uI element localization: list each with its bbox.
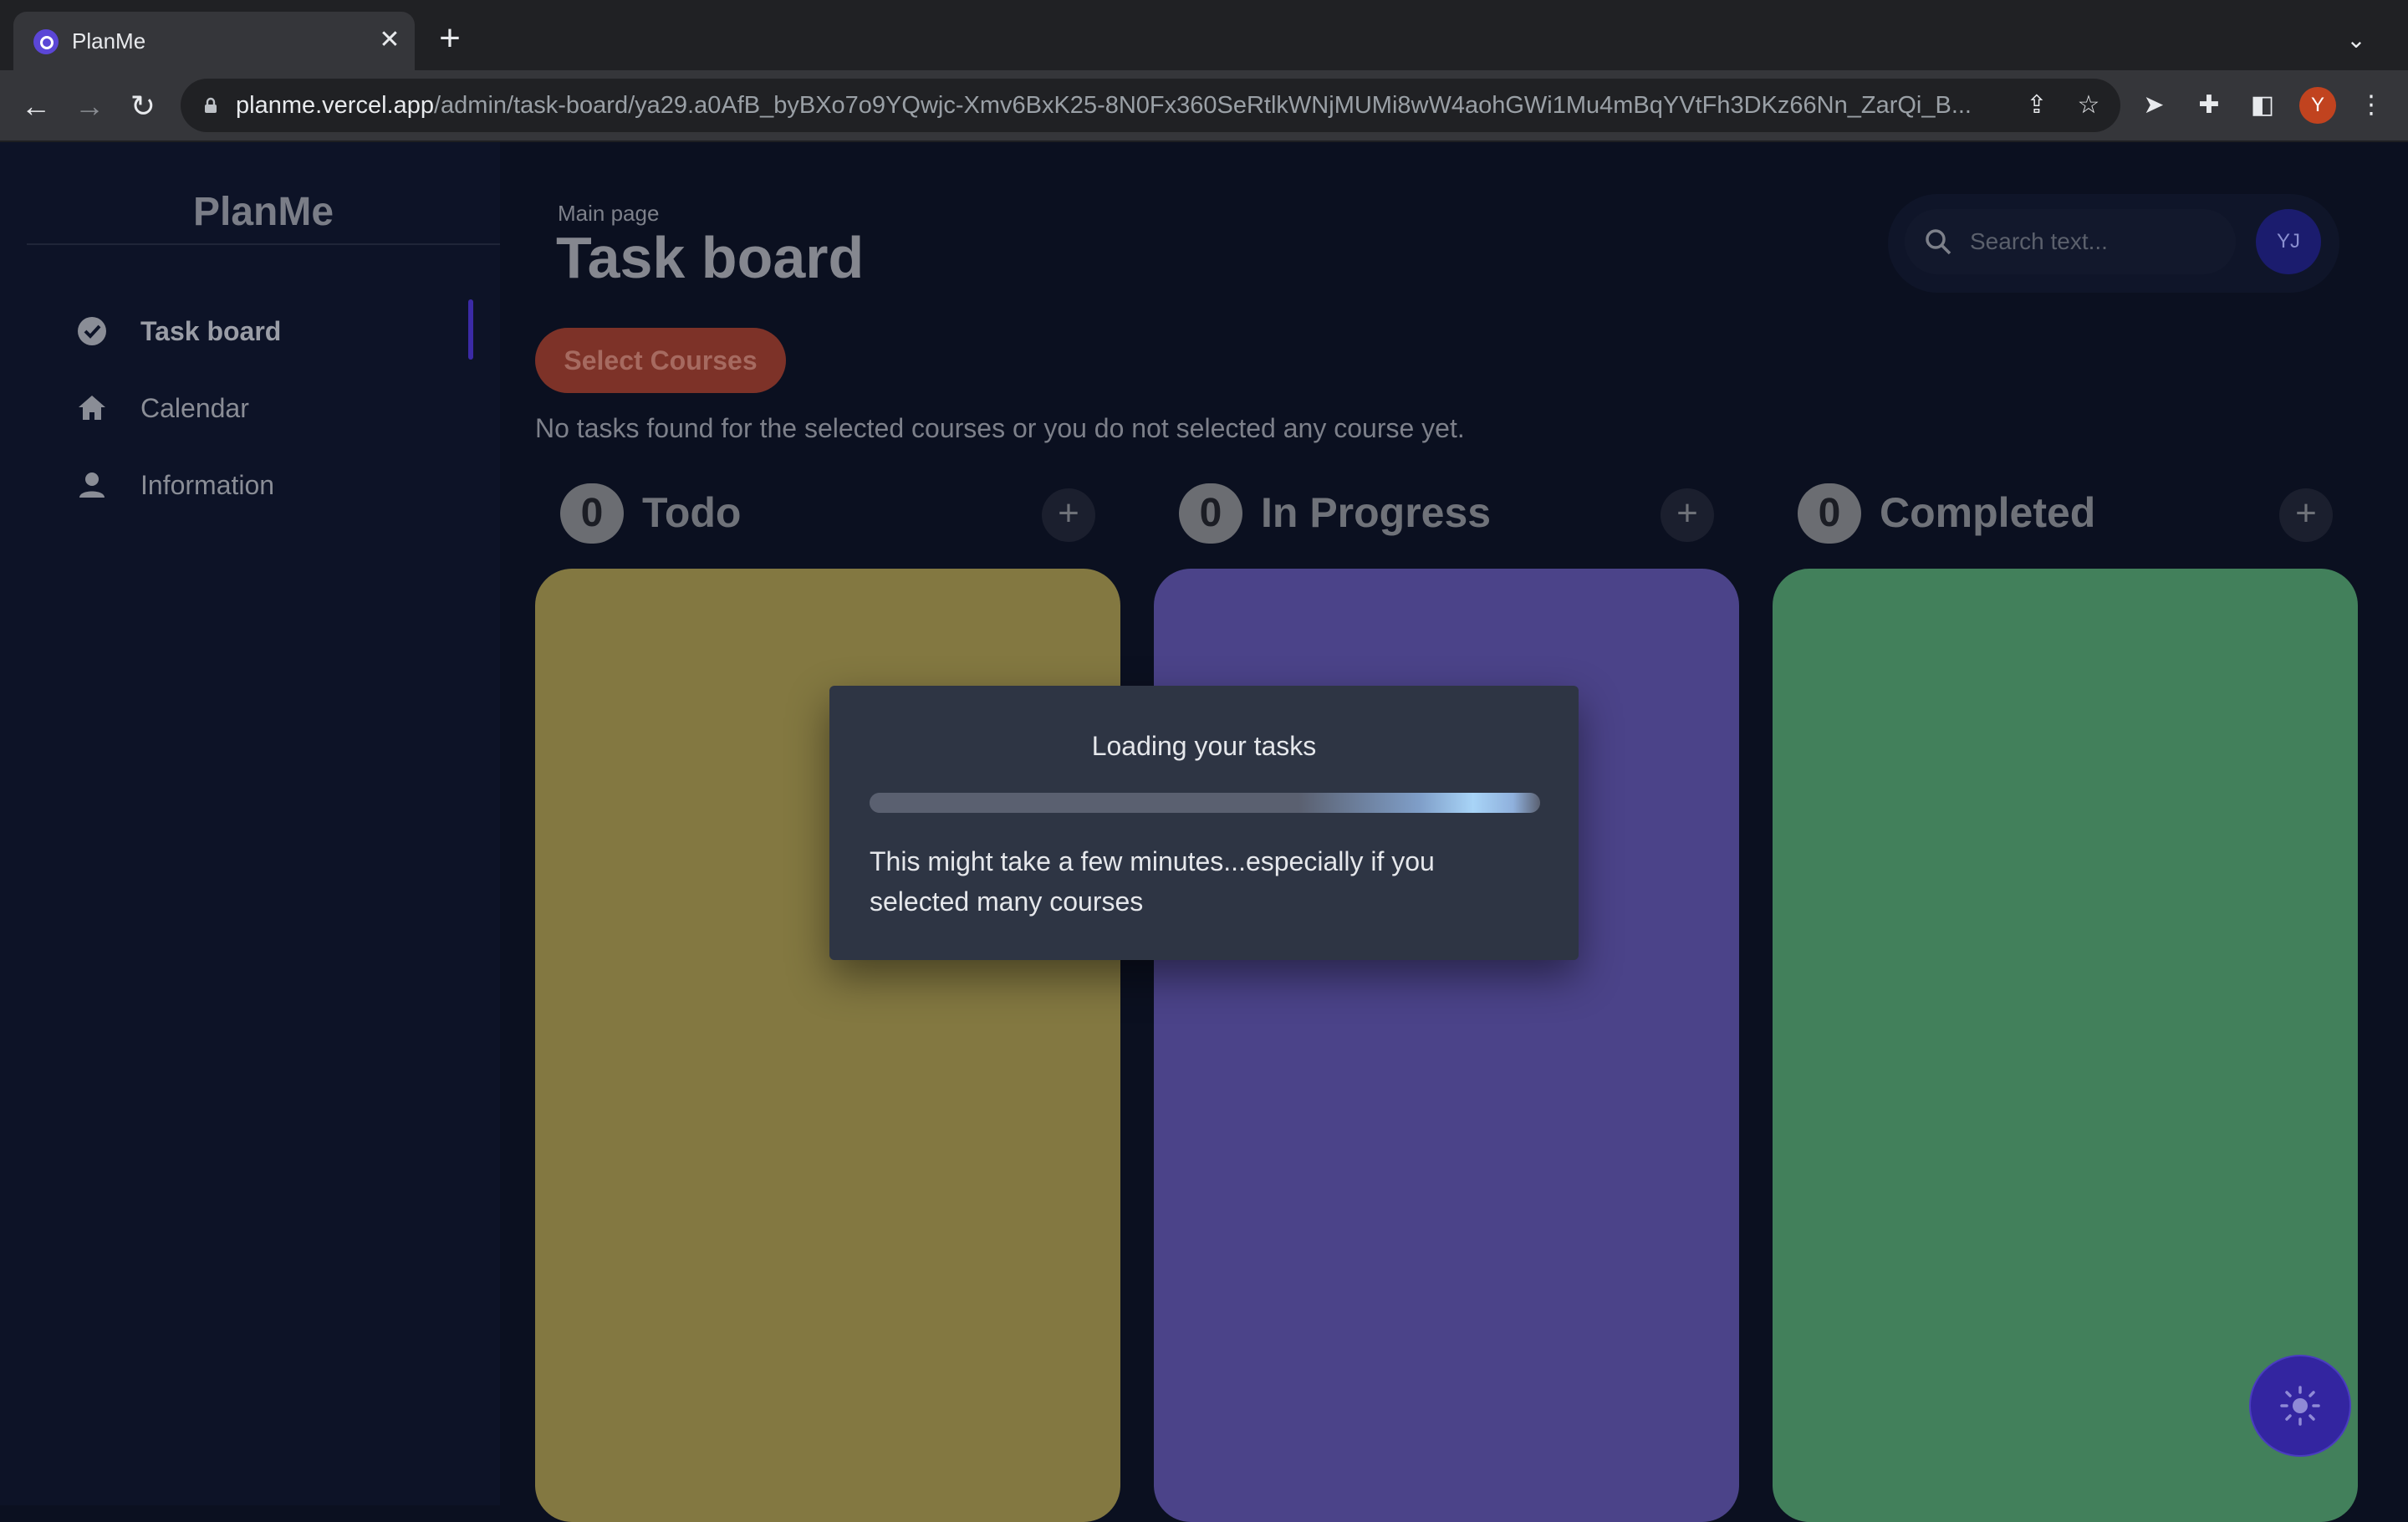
search-box[interactable] [1905,209,2236,274]
sidebar-item-task-board[interactable]: Task board [75,308,477,358]
dialog-title: Loading your tasks [1091,731,1317,761]
sun-icon [2280,1386,2320,1426]
share-icon[interactable]: ⇪ [2020,89,2053,122]
theme-toggle-button[interactable] [2249,1355,2351,1457]
progress-fill [870,793,1540,813]
search-icon [1926,229,1951,255]
breadcrumb: Main page [558,201,660,226]
lock-icon [205,97,217,113]
select-courses-button[interactable]: Select Courses [535,328,786,393]
empty-state-message: No tasks found for the selected courses … [535,413,1465,443]
reload-icon[interactable]: ↻ [124,87,162,125]
sidebar-item-calendar[interactable]: Calendar [75,385,477,435]
brand-logo: PlanMe [192,190,334,234]
search-input[interactable] [1968,224,2222,259]
address-bar[interactable]: planme.vercel.app/admin/task-board/ya29.… [181,79,2120,132]
url-text: planme.vercel.app/admin/task-board/ya29.… [236,92,2042,120]
new-tab-button[interactable]: + [431,20,468,59]
add-task-button[interactable]: + [1042,488,1095,542]
task-count-badge: 0 [560,483,624,544]
sidebar: PlanMe Task board Calendar Information [0,142,500,1505]
loading-dialog: Loading your tasks This might take a few… [829,686,1579,960]
column-header-todo: 0 Todo + [535,483,1095,544]
task-count-badge: 0 [1179,483,1242,544]
task-count-badge: 0 [1798,483,1861,544]
add-task-button[interactable]: + [1661,488,1714,542]
column-title: Todo [642,489,742,536]
extensions-puzzle-icon[interactable]: ✚ [2191,87,2227,124]
sidebar-item-information[interactable]: Information [75,462,477,512]
column-title: In Progress [1261,489,1492,536]
add-task-button[interactable]: + [2279,488,2333,542]
url-path: /admin/task-board/ya29.a0AfB_byBXo7o9YQw… [433,92,1972,119]
tab-search-chevron-icon[interactable]: ⌄ [2338,22,2375,59]
sidebar-item-label: Information [140,470,275,500]
cursor-extension-icon[interactable]: ➤ [2135,87,2172,124]
planme-favicon-icon [33,29,59,54]
column-header-completed: 0 Completed + [1773,483,2333,544]
bookmark-star-icon[interactable]: ☆ [2072,89,2105,122]
browser-tab[interactable]: PlanMe ✕ [13,12,415,70]
page-title: Task board [556,225,865,290]
home-icon [79,396,105,420]
person-icon [79,472,105,498]
browser-profile-avatar[interactable]: Y [2299,87,2336,124]
user-avatar[interactable]: YJ [2256,209,2321,274]
browser-menu-icon[interactable]: ⋮ [2353,87,2390,124]
sidebar-item-label: Task board [140,316,282,346]
sidebar-item-label: Calendar [140,393,249,423]
url-host: planme.vercel.app [236,92,434,119]
close-tab-icon[interactable]: ✕ [373,23,406,57]
loading-progress-bar [870,793,1540,813]
browser-tabstrip: PlanMe ✕ + ⌄ [0,0,2408,70]
dialog-message: This might take a few minutes...especial… [870,846,1435,917]
back-icon[interactable]: ← [17,87,55,125]
browser-toolbar: ← → ↻ planme.vercel.app/admin/task-board… [0,70,2408,142]
column-title: Completed [1880,489,2096,536]
side-panel-icon[interactable]: ◧ [2244,87,2281,124]
active-indicator [468,299,473,360]
forward-icon[interactable]: → [70,87,109,125]
tab-title: PlanMe [72,28,146,54]
check-circle-icon [78,317,106,345]
divider [27,243,500,245]
column-header-in-progress: 0 In Progress + [1154,483,1714,544]
